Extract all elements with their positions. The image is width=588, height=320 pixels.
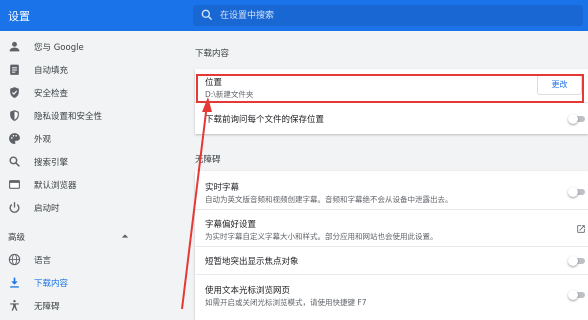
clipboard-icon (10, 64, 19, 75)
sidebar-item-appearance[interactable]: 外观 (0, 128, 185, 150)
toggle-knob (568, 256, 578, 266)
accessibility-section-title: 无障碍 (195, 155, 221, 165)
sidebar-item-languages[interactable]: 语言 (0, 249, 185, 271)
search-input[interactable] (220, 7, 570, 24)
palette-icon (9, 133, 20, 144)
divider (195, 246, 588, 247)
sidebar: 您与 Google 自动填充 安全检查 隐私设置和安全性 外观 搜索引擎 默认浏… (0, 31, 185, 320)
downloads-section-title: 下载内容 (195, 49, 230, 59)
sidebar-item-label: 默认浏览器 (34, 181, 77, 191)
divider (195, 209, 588, 210)
sidebar-item-label: 您与 Google (34, 43, 84, 53)
sidebar-item-default-browser[interactable]: 默认浏览器 (0, 174, 185, 196)
ask-save-location-toggle[interactable] (568, 114, 586, 124)
caret-browsing-label: 使用文本光标浏览网页 (205, 286, 291, 296)
sidebar-item-safety-check[interactable]: 安全检查 (0, 82, 185, 104)
search-box[interactable] (193, 5, 583, 26)
toggle-knob (568, 114, 578, 124)
toggle-knob (568, 290, 578, 300)
sidebar-item-label: 安全检查 (34, 89, 69, 99)
toggle-knob (568, 187, 578, 197)
live-caption-label: 实时字幕 (205, 183, 240, 193)
divider (195, 274, 588, 275)
globe-icon (8, 253, 21, 266)
sidebar-item-accessibility[interactable]: 无障碍 (0, 295, 185, 317)
sidebar-item-autofill[interactable]: 自动填充 (0, 59, 185, 81)
sidebar-item-search-engine[interactable]: 搜索引擎 (0, 151, 185, 173)
accessibility-icon (10, 299, 19, 311)
search-icon (9, 156, 20, 167)
sidebar-item-label: 下载内容 (34, 279, 69, 289)
focus-highlight-label: 短暂地突出显示焦点对象 (205, 257, 299, 267)
person-icon (9, 41, 20, 52)
sidebar-item-label: 语言 (34, 256, 52, 266)
sidebar-item-on-startup[interactable]: 启动时 (0, 197, 185, 219)
chevron-up-icon[interactable] (121, 232, 129, 240)
ask-save-location-label: 下载前询问每个文件的保存位置 (205, 115, 325, 125)
privacy-shield-icon (10, 110, 19, 121)
app-title: 设置 (8, 10, 30, 23)
sidebar-advanced-label[interactable]: 高级 (8, 231, 25, 243)
sidebar-item-label: 隐私设置和安全性 (34, 112, 103, 122)
caption-preferences-description: 为实时字幕自定义字幕大小和样式。部分应用和网站也会使用此设置。 (205, 232, 438, 241)
sidebar-item-label: 无障碍 (34, 302, 60, 312)
live-caption-description: 自动为英文版音频和视频创建字幕。音频和字幕绝不会从设备中泄露出去。 (205, 195, 453, 204)
annotation-highlight-box (196, 74, 584, 103)
sidebar-item-label: 外观 (34, 135, 52, 145)
power-icon (9, 202, 20, 213)
caret-browsing-description: 如需开启或关闭光标浏览模式，请使用快捷键 F7 (205, 298, 367, 307)
sidebar-item-downloads[interactable]: 下载内容 (0, 272, 185, 294)
download-icon (10, 277, 19, 288)
top-bar: 设置 (0, 0, 588, 31)
sidebar-item-you-and-google[interactable]: 您与 Google (0, 36, 185, 58)
accessibility-card: 实时字幕 自动为英文版音频和视频创建字幕。音频和字幕绝不会从设备中泄露出去。 字… (195, 171, 588, 320)
focus-highlight-toggle[interactable] (568, 256, 586, 266)
shield-check-icon (10, 87, 19, 98)
sidebar-item-label: 搜索引擎 (34, 158, 69, 168)
sidebar-item-privacy[interactable]: 隐私设置和安全性 (0, 105, 185, 127)
search-icon (201, 9, 213, 21)
live-caption-toggle[interactable] (568, 187, 586, 197)
sidebar-item-label: 自动填充 (34, 66, 69, 76)
caption-preferences-label: 字幕偏好设置 (205, 220, 257, 230)
browser-icon (9, 180, 20, 189)
external-link-icon[interactable] (576, 224, 586, 234)
caret-browsing-toggle[interactable] (568, 290, 586, 300)
sidebar-item-label: 启动时 (34, 204, 60, 214)
